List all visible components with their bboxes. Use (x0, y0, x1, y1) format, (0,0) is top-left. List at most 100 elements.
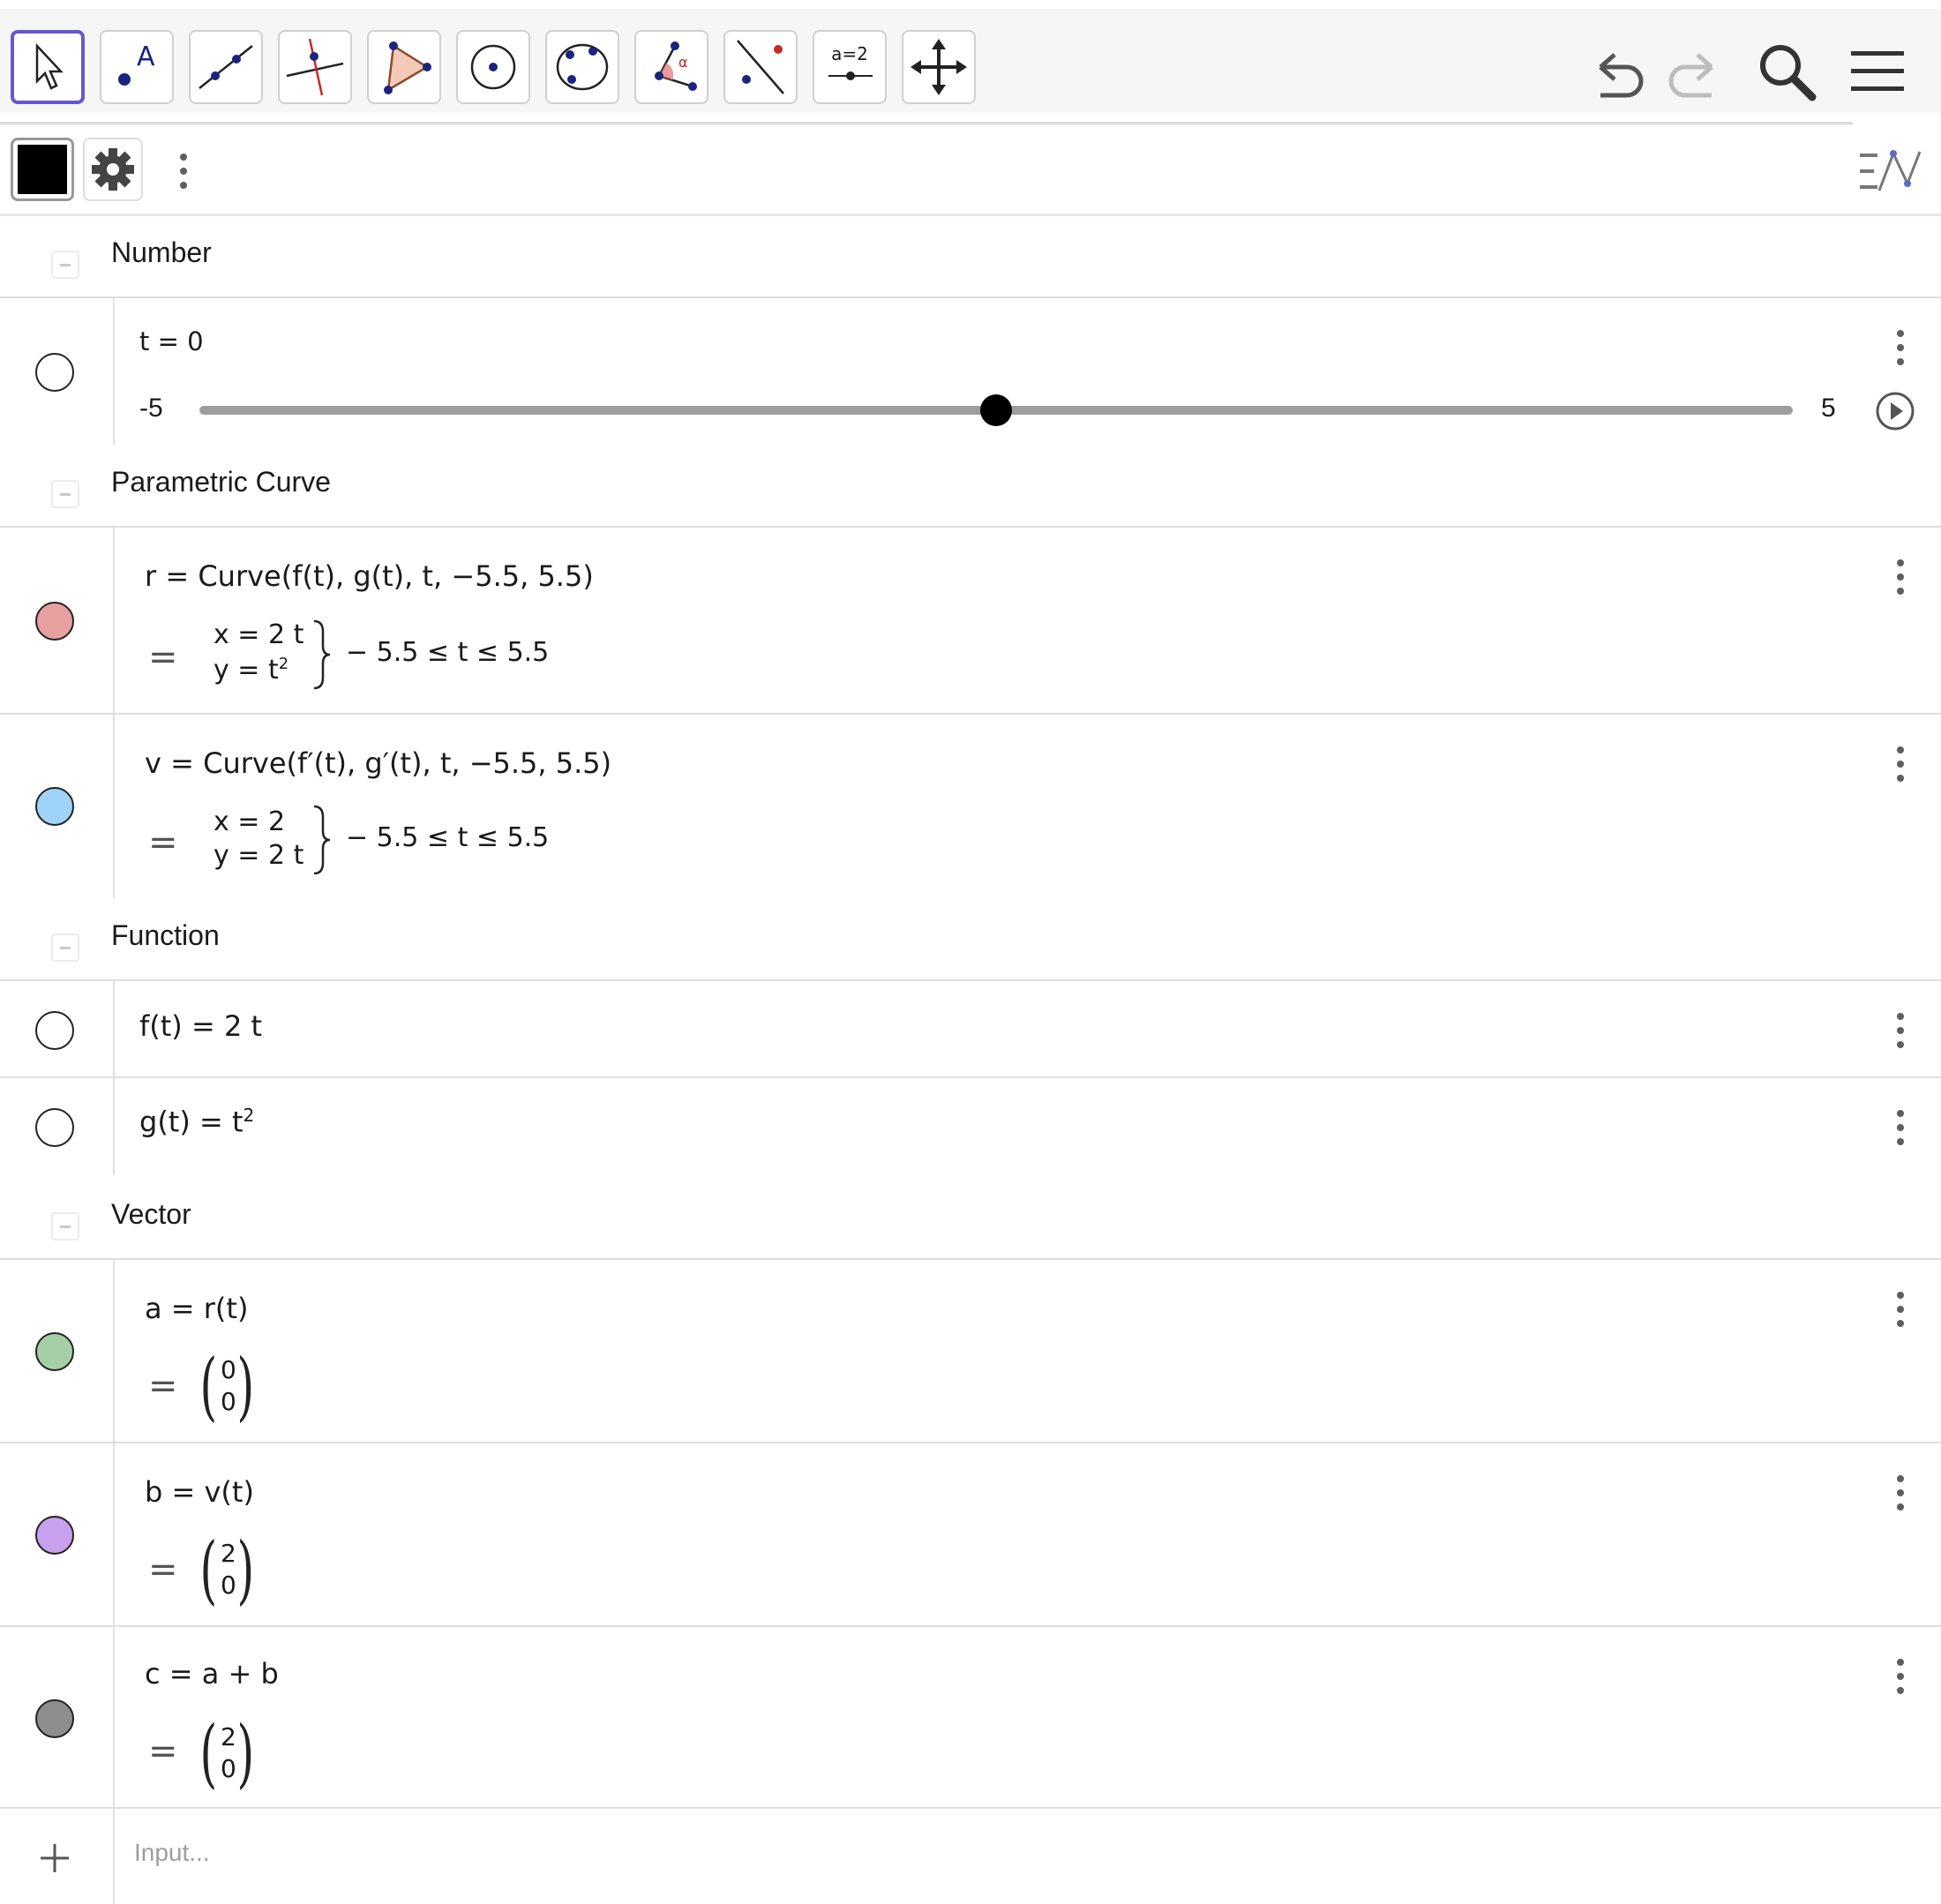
slider-row-t[interactable]: t = 0 -5 5 (0, 296, 1941, 445)
settings-button[interactable] (83, 138, 143, 201)
slider-min: -5 (139, 394, 163, 423)
equals-sign: = (148, 1549, 178, 1590)
settings-icon (92, 148, 134, 191)
arrow-cursor-icon (35, 42, 64, 90)
definition-c: c = a + b (145, 1657, 279, 1690)
conic-tool[interactable] (545, 30, 619, 104)
redo-icon[interactable] (1662, 41, 1724, 102)
style-bar (0, 125, 1941, 216)
collapse-parametric-button[interactable] (51, 480, 79, 508)
equals-sign: = (148, 822, 178, 863)
circle-center-point-icon (470, 44, 516, 90)
section-title-vector: Vector (111, 1198, 191, 1230)
section-title-parametric: Parametric Curve (111, 466, 331, 498)
visibility-toggle-f[interactable] (35, 1011, 74, 1050)
curve-range-r: − 5.5 ≤ t ≤ 5.5 (346, 637, 550, 668)
line-icon (199, 45, 253, 89)
vector-value-a: (0 0) (199, 1343, 255, 1429)
slider-thumb[interactable] (980, 394, 1012, 426)
menu-icon[interactable] (1847, 41, 1909, 102)
perpendicular-line-tool[interactable] (278, 30, 352, 104)
function-row-f[interactable]: f(t) = 2 t (0, 979, 1941, 1076)
color-picker-button[interactable] (11, 138, 74, 201)
vector-value-b: (2 0) (199, 1526, 255, 1613)
more-icon[interactable] (1895, 330, 1906, 365)
collapse-function-button[interactable] (51, 933, 79, 962)
brace-icon (313, 619, 331, 690)
svg-text:α: α (678, 54, 688, 71)
section-title-function: Function (111, 919, 220, 951)
algebra-input-field[interactable]: Input... (134, 1839, 210, 1867)
collapse-number-button[interactable] (51, 251, 79, 279)
plus-icon[interactable] (39, 1842, 71, 1874)
definition-g: g(t) = t2 (139, 1105, 255, 1139)
more-icon[interactable] (1895, 1110, 1906, 1145)
equals-sign: = (148, 1731, 178, 1772)
vector-row-b[interactable]: b = v(t) = (2 0) (0, 1442, 1941, 1625)
move-tool[interactable] (11, 30, 85, 104)
reflect-tool[interactable] (723, 30, 798, 104)
brace-icon (313, 805, 331, 875)
more-icon[interactable] (1895, 1292, 1906, 1327)
line-tool[interactable] (189, 30, 263, 104)
vector-row-a[interactable]: a = r(t) = (0 0) (0, 1258, 1941, 1442)
section-function: Function (0, 902, 1941, 981)
circle-tool[interactable] (456, 30, 530, 104)
conic-icon (556, 43, 609, 91)
vector-value-c: (2 0) (199, 1710, 255, 1796)
definition-v: v = Curve(f′(t), g′(t), t, −5.5, 5.5) (145, 746, 612, 780)
color-swatch (18, 145, 67, 194)
visibility-toggle-b[interactable] (35, 1516, 74, 1555)
polygon-tool[interactable] (367, 30, 441, 104)
section-number: Number (0, 219, 1941, 298)
play-icon[interactable] (1874, 390, 1916, 432)
definition-r: r = Curve(f(t), g(t), t, −5.5, 5.5) (145, 559, 594, 593)
curve-x-v: x = 2 (214, 806, 286, 837)
toolbar: A α a=2 (0, 9, 1941, 137)
angle-tool[interactable]: α (634, 30, 708, 104)
section-parametric-curve: Parametric Curve (0, 448, 1941, 528)
point-icon: A (118, 41, 155, 86)
function-row-g[interactable]: g(t) = t2 (0, 1076, 1941, 1175)
more-icon[interactable] (178, 154, 189, 189)
equals-sign: = (148, 637, 178, 678)
more-icon[interactable] (1895, 559, 1906, 595)
search-icon[interactable] (1756, 41, 1817, 102)
visibility-toggle-g[interactable] (35, 1108, 74, 1147)
more-icon[interactable] (1895, 1659, 1906, 1694)
curve-row-v[interactable]: v = Curve(f′(t), g′(t), t, −5.5, 5.5) = … (0, 713, 1941, 898)
visibility-toggle-v[interactable] (35, 787, 74, 826)
move-arrows-icon (911, 39, 967, 95)
more-icon[interactable] (1895, 1475, 1906, 1510)
curve-y-r: y = t2 (214, 655, 289, 686)
perpendicular-icon (286, 38, 344, 96)
reflect-icon (737, 40, 784, 94)
slider-tool[interactable]: a=2 (813, 30, 887, 104)
definition-f: f(t) = 2 t (139, 1009, 263, 1043)
slider-tool-label: a=2 (831, 43, 868, 64)
collapse-vector-button[interactable] (51, 1212, 79, 1241)
polygon-icon (384, 41, 431, 94)
more-icon[interactable] (1895, 1013, 1906, 1048)
curve-x-r: x = 2 t (214, 619, 304, 650)
input-row[interactable]: Input... (0, 1807, 1941, 1904)
definition-t: t = 0 (139, 326, 204, 356)
vector-row-c[interactable]: c = a + b = (2 0) (0, 1625, 1941, 1807)
graphing-toggle-icon[interactable] (1858, 148, 1922, 194)
curve-y-v: y = 2 t (214, 840, 304, 871)
visibility-toggle-a[interactable] (35, 1332, 74, 1371)
curve-row-r[interactable]: r = Curve(f(t), g(t), t, −5.5, 5.5) = x … (0, 526, 1941, 713)
move-graphics-tool[interactable] (902, 30, 976, 104)
curve-range-v: − 5.5 ≤ t ≤ 5.5 (346, 822, 550, 853)
svg-text:A: A (137, 41, 155, 72)
point-tool[interactable]: A (100, 30, 174, 104)
definition-a: a = r(t) (145, 1292, 249, 1325)
slider-max: 5 (1821, 394, 1836, 423)
visibility-toggle-t[interactable] (35, 353, 74, 392)
undo-icon[interactable] (1588, 41, 1650, 102)
visibility-toggle-c[interactable] (35, 1699, 74, 1738)
visibility-toggle-r[interactable] (35, 602, 74, 641)
more-icon[interactable] (1895, 746, 1906, 782)
section-vector: Vector (0, 1181, 1941, 1260)
definition-b: b = v(t) (145, 1475, 254, 1509)
